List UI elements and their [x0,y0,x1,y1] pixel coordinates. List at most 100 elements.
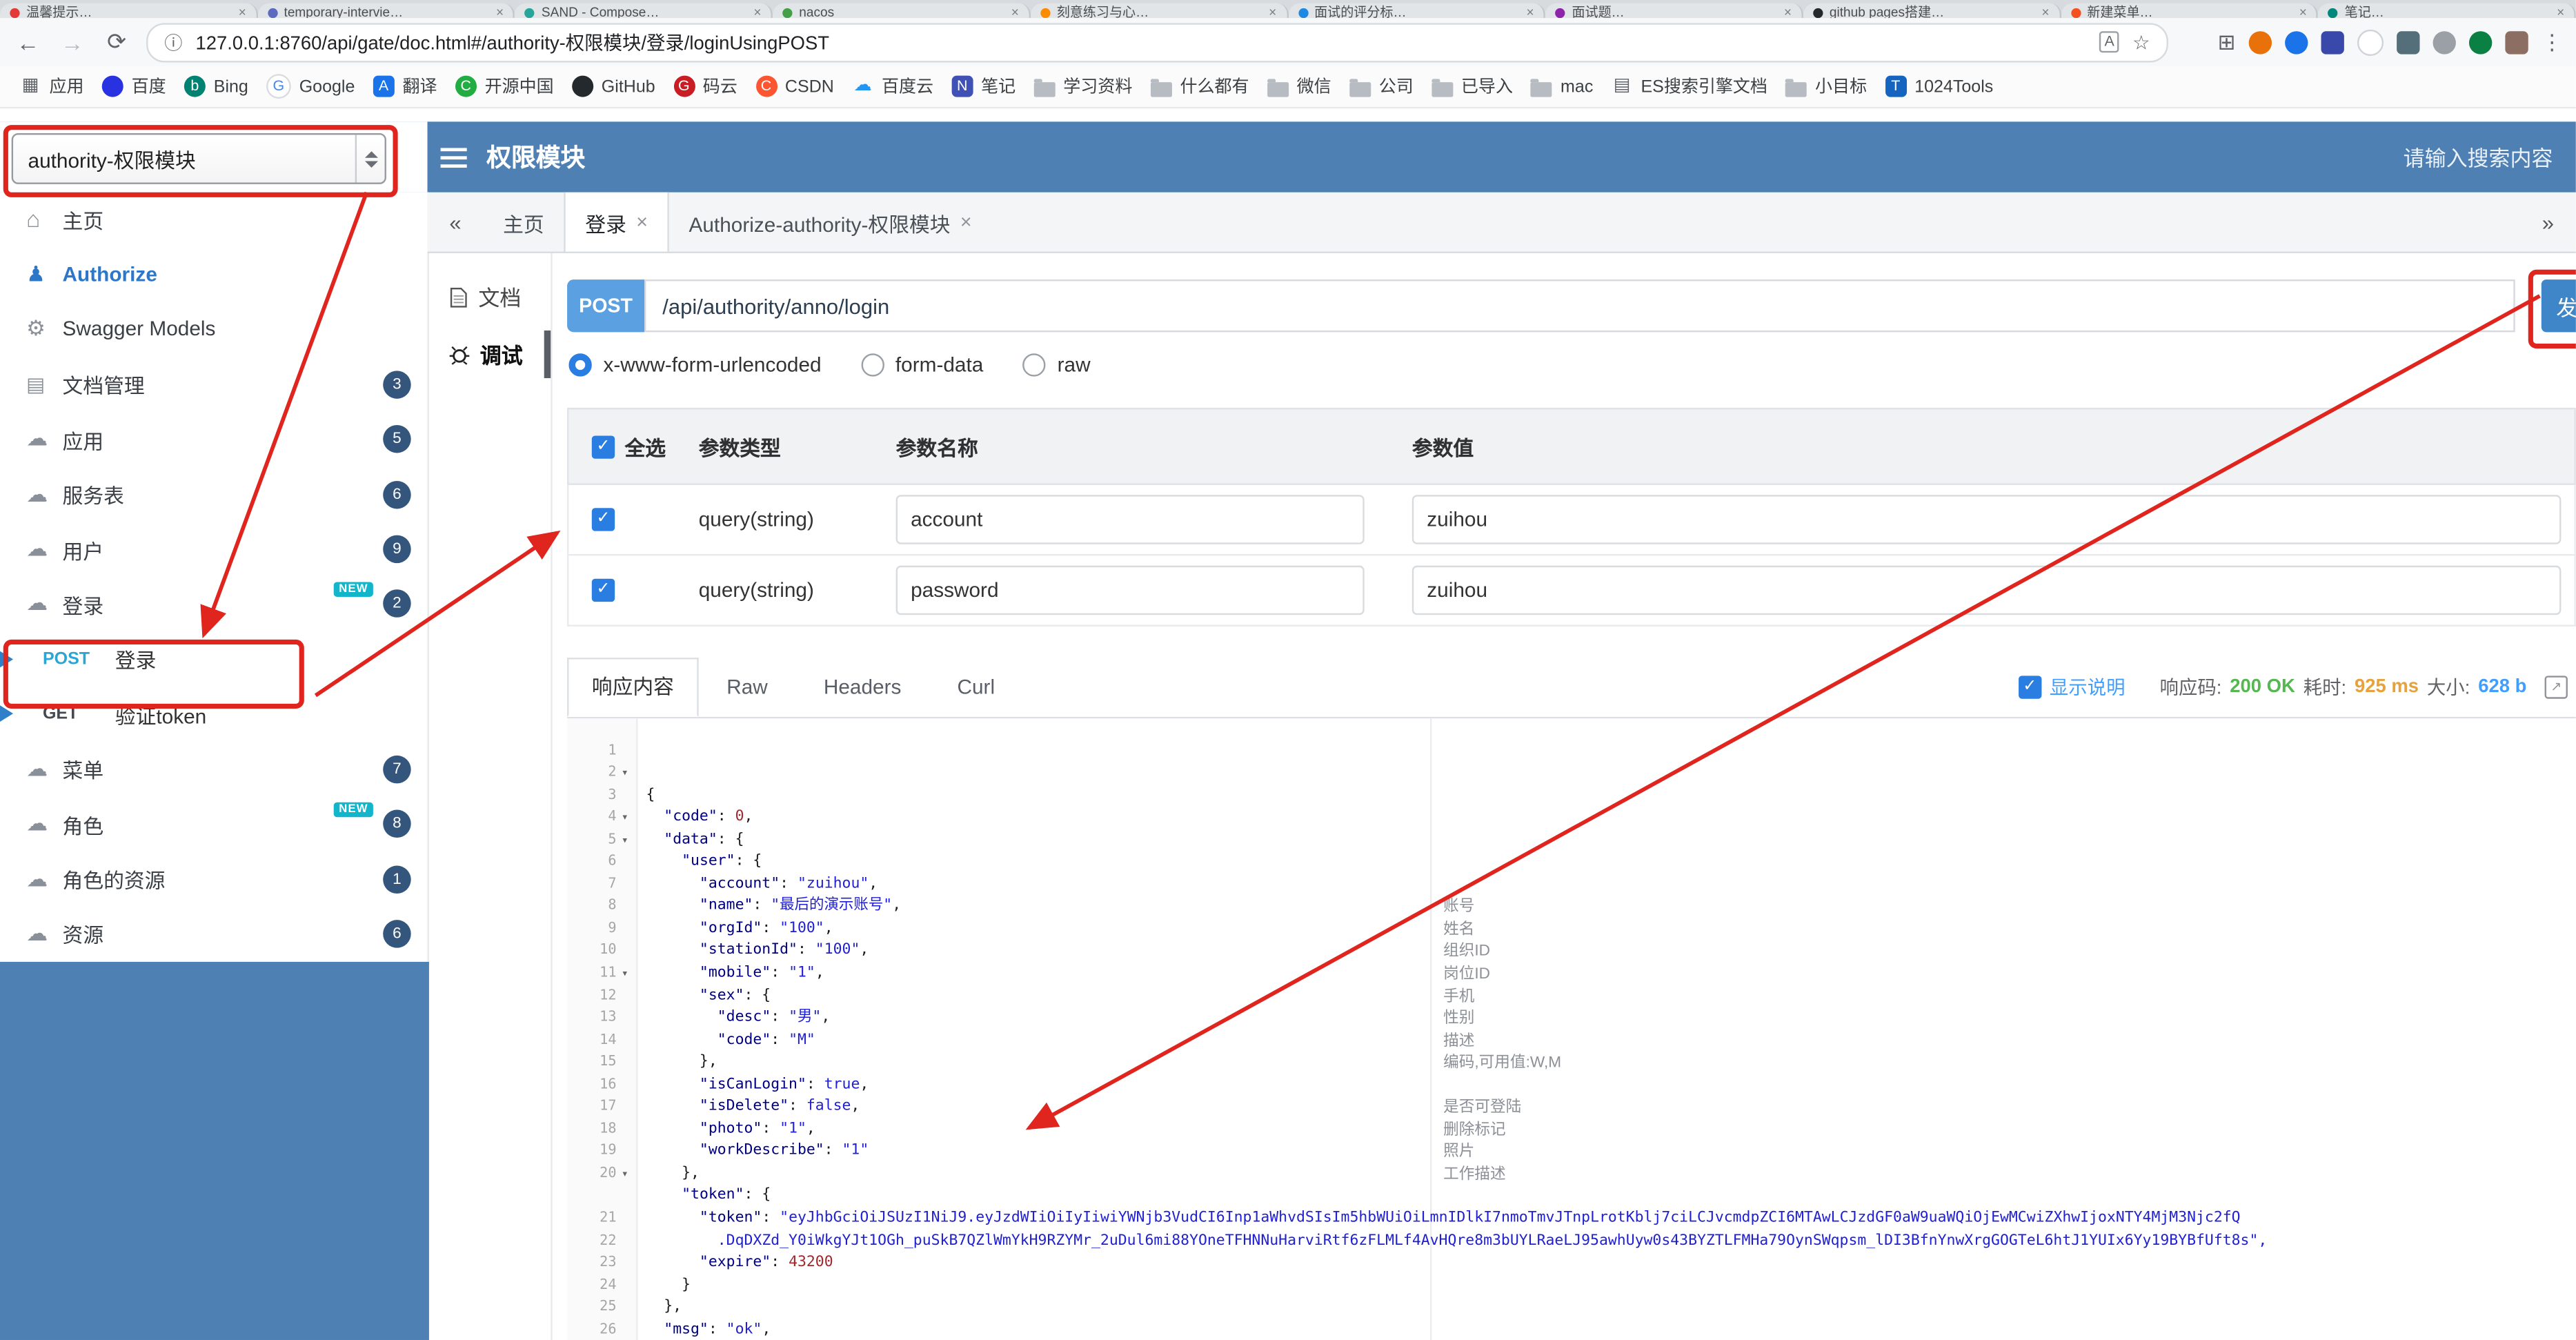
radio-icon[interactable] [1022,353,1046,377]
browser-tab[interactable]: temporary-intervie… [257,3,515,19]
show-description-checkbox[interactable]: ✓ [2018,676,2041,699]
bookmark-item[interactable]: C 开源中国 [455,74,554,99]
tab-close-icon[interactable] [2041,5,2049,18]
sidebar-item[interactable]: 菜单 7 [0,742,428,797]
bookmark-item[interactable]: 已导入 [1431,74,1513,99]
browser-tab[interactable]: 面试的评分标… [1287,3,1546,19]
sidebar-item[interactable]: 服务表 6 [0,467,428,522]
tab-close-icon[interactable] [496,5,504,18]
tab-close-icon[interactable] [2299,5,2307,18]
bookmark-item[interactable]: N 笔记 [951,74,1015,99]
sidebar-item[interactable]: 资源 6 [0,907,428,962]
bookmark-item[interactable]: GitHub [571,75,655,97]
sidebar-item[interactable]: 应用 5 [0,412,428,467]
tab-login[interactable]: 登录 × [564,192,669,252]
response-body-viewer[interactable]: 1 ▾ { 2 "code": 0, 3 ▾ "data": { 4 ▾ "us… [567,718,2576,1340]
tab-curl[interactable]: Curl [929,676,1023,698]
shield-icon[interactable] [2397,30,2420,54]
bookmark-item[interactable]: 什么都有 [1150,74,1249,99]
expand-tabs-icon[interactable]: » [2520,193,2576,252]
forward-icon[interactable]: → [57,29,87,55]
tab-raw[interactable]: Raw [699,676,796,698]
translate-icon[interactable]: A [2099,31,2119,53]
tab-close-icon[interactable] [1784,5,1792,18]
panel-tab-doc[interactable]: 文档 [428,268,551,325]
sidebar-item[interactable]: 角色 NEW 8 [0,797,428,852]
row-checkbox[interactable]: ✓ [591,508,615,531]
address-bar[interactable]: ⓘ 127.0.0.1:8760/api/gate/doc.html#/auth… [146,22,2168,62]
request-url-input[interactable] [644,279,2515,333]
bookmark-item[interactable]: 公司 [1349,74,1414,99]
content-type-urlencoded[interactable]: x-www-form-urlencoded [568,353,822,377]
tab-close-icon[interactable] [1011,5,1019,18]
sidebar-item[interactable]: Swagger Models [0,302,428,357]
bookmark-item[interactable]: ☁ 百度云 [852,74,933,99]
param-name-input[interactable] [895,495,1365,544]
extension-icon[interactable] [2357,28,2384,55]
browser-tab[interactable]: 新建菜单… [2061,3,2319,19]
param-value-input[interactable] [1411,565,2562,615]
radio-icon[interactable] [860,353,884,377]
browser-tab[interactable]: SAND - Compose… [515,3,773,19]
collapse-tabs-icon[interactable]: « [428,193,484,252]
bookmark-item[interactable]: T 1024Tools [1885,75,1993,97]
extension-icon[interactable] [2248,30,2272,54]
extension-icon[interactable] [2285,30,2308,54]
sidebar-item[interactable]: 用户 9 [0,522,428,577]
bookmark-item[interactable]: ▤ ES搜索引擎文档 [1612,74,1767,99]
sidebar-item[interactable]: 登录 NEW 2 [0,577,428,632]
tab-authorize[interactable]: Authorize-authority-权限模块 × [669,193,991,252]
reload-icon[interactable]: ⟳ [102,28,132,57]
tab-home[interactable]: 主页 [484,193,564,252]
select-all-checkbox[interactable]: ✓ [591,435,615,458]
bookmark-item[interactable]: 学习资料 [1033,74,1132,99]
bookmark-item[interactable]: mac [1531,77,1593,97]
page-info-icon[interactable]: ⓘ [164,29,182,55]
menu-kebab-icon[interactable]: ⋮ [2542,30,2563,53]
sidebar-api-item[interactable]: POST 登录 [0,631,428,687]
sidebar-item[interactable]: 主页 [0,193,428,248]
sidebar-item[interactable]: Authorize [0,247,428,302]
param-name-input[interactable] [895,565,1365,615]
tab-close-icon[interactable] [1527,5,1534,18]
back-icon[interactable]: ← [13,29,43,55]
browser-tab[interactable]: nacos [773,3,1031,19]
sidebar-api-item[interactable]: GET 验证token [0,687,428,742]
tab-close-icon[interactable] [1269,5,1276,18]
param-value-input[interactable] [1411,495,2562,544]
bookmark-item[interactable]: ▦ 应用 [20,74,84,99]
tab-response-body[interactable]: 响应内容 [567,658,699,717]
radio-icon[interactable] [568,353,592,377]
content-type-form-data[interactable]: form-data [860,353,983,377]
bookmark-star-icon[interactable]: ☆ [2132,30,2150,53]
browser-tab[interactable]: 笔记… [2318,3,2576,19]
tab-close-icon[interactable] [2557,5,2564,18]
browser-tab[interactable]: 面试题… [1545,3,1803,19]
tab-close-icon[interactable] [753,5,761,18]
panel-tab-debug[interactable]: 调试 [428,326,551,383]
tab-headers[interactable]: Headers [795,676,929,698]
search-input[interactable]: 请输入搜索内容 [2404,141,2553,173]
menu-toggle-icon[interactable] [440,147,467,167]
bookmark-item[interactable]: b Bing [184,75,248,97]
extension-icon[interactable] [2433,30,2456,54]
extension-icon[interactable] [2321,30,2344,54]
profile-avatar[interactable] [2505,30,2528,54]
content-type-raw[interactable]: raw [1022,353,1091,377]
row-checkbox[interactable]: ✓ [591,578,615,602]
fullscreen-icon[interactable]: ↗ [2544,676,2568,699]
tab-close-icon[interactable] [239,5,246,18]
bookmark-item[interactable]: G Google [266,74,355,99]
bookmark-item[interactable]: G 码云 [673,74,737,99]
bookmark-item[interactable]: A 翻译 [373,74,437,99]
send-button[interactable]: 发送 [2541,279,2576,333]
close-tab-icon[interactable]: × [960,210,972,233]
sidebar-item[interactable]: 角色的资源 1 [0,851,428,907]
close-tab-icon[interactable]: × [636,210,648,233]
bookmark-item[interactable]: 百度 [101,74,166,99]
module-select[interactable]: authority-权限模块 [11,133,386,184]
bookmark-item[interactable]: 小目标 [1785,74,1867,99]
bookmark-item[interactable]: 微信 [1267,74,1331,99]
extension-icon[interactable] [2468,30,2493,54]
sidebar-item[interactable]: 文档管理 3 [0,357,428,412]
